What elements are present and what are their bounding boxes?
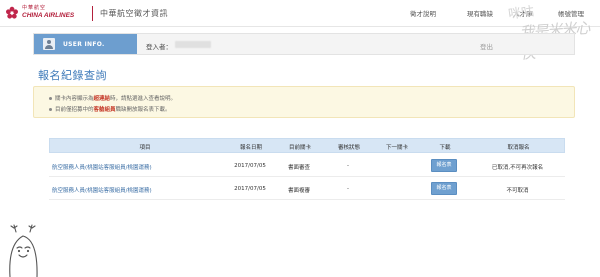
header-item: 項目 <box>139 145 151 151</box>
logo-english-text: CHINA AIRLINES <box>22 12 75 19</box>
notice-box: 關卡內容顯示為超連結時，請點選進入查看說明。 目前僅招募中的客艙組員職缺開放報名… <box>33 86 575 118</box>
row-apply-date: 2017/07/05 <box>234 186 266 192</box>
header-review-status: 審核狀態 <box>337 145 360 151</box>
notice-line-2-emphasis: 客艙組員 <box>93 107 116 113</box>
row-apply-date: 2017/07/05 <box>234 163 266 169</box>
logo-chinese-text: 中華航空 <box>22 5 47 11</box>
row-cancel-status: 已取消,不可再次報名 <box>491 165 544 171</box>
row-current-stage: 書面複審 <box>287 188 310 194</box>
header-cancel: 取消報名 <box>507 145 530 151</box>
user-info-tag: USER INFO. <box>34 34 137 54</box>
notice-line-2: 目前僅招募中的客艙組員職缺開放報名表下載。 <box>49 105 171 113</box>
row-current-stage: 書面審查 <box>287 165 310 171</box>
row-review-status: - <box>347 163 349 169</box>
china-airlines-logo[interactable]: 中華航空 CHINA AIRLINES <box>5 4 87 24</box>
notice-line-2-tail: 職缺開放報名表下載。 <box>115 107 171 113</box>
user-avatar-icon <box>43 38 55 50</box>
table-row: 航空服務人員(桃園站客服組員/桃園運務) 2017/07/05 書面複審 - 報… <box>49 178 565 200</box>
download-form-button[interactable]: 報名表 <box>431 159 457 172</box>
nav-recruit-info[interactable]: 徵才說明 <box>410 8 436 18</box>
table-row: 航空服務人員(桃園站客服組員/桃園運務) 2017/07/05 書面審查 - 報… <box>49 155 565 177</box>
mascot-doodle <box>9 224 38 277</box>
download-form-button[interactable]: 報名表 <box>431 182 457 195</box>
site-title: 中華航空徵才資訊 <box>100 9 168 18</box>
user-info-label: USER INFO. <box>63 41 105 48</box>
bullet-icon <box>49 97 52 100</box>
row-item-link[interactable]: 航空服務人員(桃園站客服組員/桃園運務) <box>52 186 152 194</box>
notice-line-1: 關卡內容顯示為超連結時，請點選進入查看說明。 <box>49 94 176 102</box>
header-current-stage: 目前關卡 <box>288 145 311 151</box>
nav-current-openings[interactable]: 現有職缺 <box>467 8 493 18</box>
user-info-bar: USER INFO. 登入者： 登出 <box>33 33 575 55</box>
row-cancel-status: 不可取消 <box>506 188 529 194</box>
row-item-link[interactable]: 航空服務人員(桃園站客服組員/桃園運務) <box>52 163 152 171</box>
plum-blossom-icon <box>6 6 18 19</box>
header-next-stage: 下一關卡 <box>385 145 408 151</box>
watermark-line-1: 咪咕 <box>507 4 536 23</box>
notice-line-1-emphasis: 超連結 <box>93 96 111 102</box>
bullet-icon <box>49 108 52 111</box>
header-divider <box>92 6 93 21</box>
login-user-label: 登入者： <box>146 43 172 51</box>
table-header: 項目 報名日期 目前關卡 審核狀態 下一關卡 下載 取消報名 <box>49 138 565 153</box>
notice-line-1-tail: 時，請點選進入查看說明。 <box>110 96 177 102</box>
page-title: 報名紀錄查詢 <box>38 69 107 82</box>
header-download: 下載 <box>439 145 451 151</box>
header-apply-date: 報名日期 <box>239 145 262 151</box>
notice-line-2-text: 目前僅招募中的 <box>55 107 94 113</box>
login-user-name-redacted <box>175 41 211 48</box>
row-review-status: - <box>347 186 349 192</box>
notice-line-1-text: 關卡內容顯示為 <box>55 96 94 102</box>
logout-link[interactable]: 登出 <box>480 41 493 51</box>
